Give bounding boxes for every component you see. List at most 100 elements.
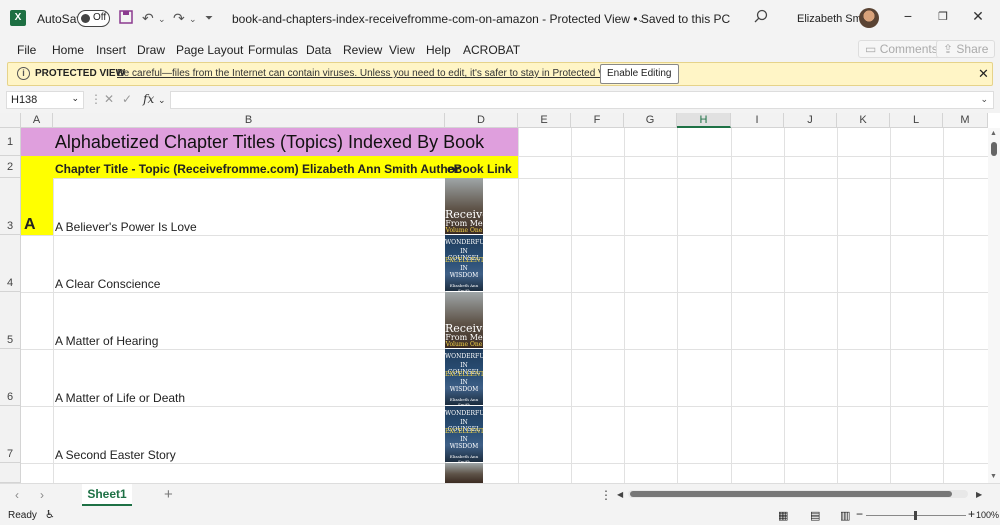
comments-button[interactable]: ▭ Comments bbox=[858, 40, 945, 58]
horizontal-scrollbar[interactable] bbox=[628, 490, 968, 498]
zoom-slider[interactable] bbox=[866, 511, 966, 520]
restore-icon[interactable]: ❐ bbox=[933, 10, 953, 30]
tab-help[interactable]: Help bbox=[426, 43, 451, 57]
scroll-thumb[interactable] bbox=[991, 142, 997, 156]
name-box[interactable]: H138 ⌄ bbox=[6, 91, 84, 109]
column-header-l[interactable]: L bbox=[890, 113, 943, 128]
sheet-tab[interactable]: Sheet1 bbox=[82, 484, 132, 506]
normal-view-icon[interactable]: ▦ bbox=[778, 509, 788, 522]
page-break-view-icon[interactable]: ▥ bbox=[840, 509, 850, 522]
previous-sheet-icon[interactable]: ‹ bbox=[15, 488, 19, 502]
chapter-title[interactable]: A Clear Conscience bbox=[55, 277, 160, 291]
scroll-down-icon[interactable]: ▼ bbox=[990, 473, 997, 480]
sheet-title-cell[interactable]: Alphabetized Chapter Titles (Topics) Ind… bbox=[21, 128, 518, 156]
more-icon[interactable]: ⋮ bbox=[90, 92, 102, 106]
worksheet-grid[interactable]: A B D E F G H I J K L M 1 2 3 4 5 6 7 Al… bbox=[0, 113, 1000, 483]
row-header-4[interactable]: 4 bbox=[0, 235, 21, 292]
more-icon[interactable]: ⋮ bbox=[600, 488, 612, 502]
scroll-thumb[interactable] bbox=[630, 491, 952, 497]
tab-page-layout[interactable]: Page Layout bbox=[176, 43, 243, 57]
column-header-a[interactable]: A bbox=[21, 113, 53, 128]
customize-toolbar-icon[interactable]: ⏷ bbox=[205, 13, 213, 24]
row-header-2[interactable]: 2 bbox=[0, 156, 21, 178]
autosave-toggle[interactable]: Off bbox=[77, 10, 110, 27]
row-header-5[interactable]: 5 bbox=[0, 292, 21, 349]
row-header-1[interactable]: 1 bbox=[0, 128, 21, 156]
chapter-title[interactable]: A Matter of Hearing bbox=[55, 334, 158, 348]
book-cover-wonderful-in-counsel[interactable]: WONDERFUL IN COUNSEL EXCELLENT IN WISDOM… bbox=[445, 349, 483, 405]
tab-data[interactable]: Data bbox=[306, 43, 331, 57]
column-header-g[interactable]: G bbox=[624, 113, 677, 128]
column-header-e[interactable]: E bbox=[518, 113, 571, 128]
document-title: book-and-chapters-index-receivefromme-co… bbox=[232, 12, 731, 26]
row-header-7[interactable]: 7 bbox=[0, 406, 21, 463]
tab-review[interactable]: Review bbox=[343, 43, 382, 57]
redo-icon[interactable]: ↷ bbox=[173, 10, 185, 27]
ebook-link-header[interactable]: eBook Link bbox=[447, 162, 512, 176]
tab-home[interactable]: Home bbox=[52, 43, 84, 57]
column-header-d[interactable]: D bbox=[445, 113, 518, 128]
select-all-corner[interactable] bbox=[0, 113, 21, 128]
scroll-up-icon[interactable]: ▲ bbox=[990, 130, 997, 137]
enable-editing-button[interactable]: Enable Editing bbox=[600, 64, 679, 84]
scroll-right-icon[interactable]: ▶ bbox=[976, 490, 982, 499]
formula-input[interactable]: ⌄ bbox=[170, 91, 994, 109]
cancel-icon[interactable]: ✕ bbox=[104, 92, 114, 106]
insert-function-icon[interactable]: fx bbox=[143, 92, 154, 106]
zoom-level[interactable]: 100% bbox=[976, 510, 999, 520]
accessibility-icon[interactable]: ♿ bbox=[45, 508, 55, 521]
column-header-h[interactable]: H bbox=[677, 113, 731, 128]
zoom-in-icon[interactable]: + bbox=[968, 507, 975, 521]
tab-draw[interactable]: Draw bbox=[137, 43, 165, 57]
column-header-j[interactable]: J bbox=[784, 113, 837, 128]
next-sheet-icon[interactable]: › bbox=[40, 488, 44, 502]
book-cover-wonderful-in-counsel[interactable]: WONDERFUL IN COUNSEL EXCELLENT IN WISDOM… bbox=[445, 406, 483, 462]
scroll-left-icon[interactable]: ◀ bbox=[617, 490, 623, 499]
save-icon[interactable] bbox=[119, 10, 133, 27]
chevron-down-icon[interactable]: ⌄ bbox=[71, 93, 79, 104]
search-icon[interactable] bbox=[754, 9, 768, 26]
protected-view-message[interactable]: Be careful—files from the Internet can c… bbox=[117, 68, 622, 79]
tab-acrobat[interactable]: ACROBAT bbox=[463, 43, 520, 57]
book-cover-receive-from-me[interactable]: Receive From Me Volume One bbox=[445, 178, 483, 234]
chevron-down-icon[interactable]: ⌄ bbox=[637, 14, 645, 25]
tab-insert[interactable]: Insert bbox=[96, 43, 126, 57]
row-header-3[interactable]: 3 bbox=[0, 178, 21, 235]
row-header-8[interactable] bbox=[0, 463, 21, 483]
undo-icon[interactable]: ↶ bbox=[142, 10, 154, 27]
share-button[interactable]: ⇪ Share bbox=[936, 40, 996, 58]
column-header-m[interactable]: M bbox=[943, 113, 988, 128]
tab-file[interactable]: File bbox=[17, 43, 36, 57]
vertical-scrollbar[interactable]: ▲ ▼ bbox=[988, 128, 1000, 483]
chevron-down-icon[interactable]: ⌄ bbox=[158, 95, 166, 106]
chapter-title[interactable]: A Matter of Life or Death bbox=[55, 391, 185, 405]
add-sheet-icon[interactable]: + bbox=[164, 486, 173, 503]
zoom-out-icon[interactable]: − bbox=[856, 507, 863, 521]
chevron-down-icon[interactable]: ⌄ bbox=[189, 14, 197, 25]
chapter-column-header[interactable]: Chapter Title - Topic (Receivefromme.com… bbox=[55, 162, 460, 176]
column-header-f[interactable]: F bbox=[571, 113, 624, 128]
chevron-down-icon[interactable]: ⌄ bbox=[980, 94, 988, 105]
book-cover-receive-from-me[interactable]: Receive From Me Volume One bbox=[445, 292, 483, 348]
ribbon-tabs: File Home Insert Draw Page Layout Formul… bbox=[0, 38, 1000, 62]
book-cover-wonderful-in-counsel[interactable]: WONDERFUL IN COUNSEL EXCELLENT IN WISDOM… bbox=[445, 235, 483, 291]
section-letter[interactable]: A bbox=[24, 216, 36, 234]
tab-formulas[interactable]: Formulas bbox=[248, 43, 298, 57]
avatar[interactable] bbox=[859, 8, 879, 28]
book-cover-receive-from-me[interactable] bbox=[445, 463, 483, 483]
close-icon[interactable]: ✕ bbox=[968, 8, 988, 28]
enter-icon[interactable]: ✓ bbox=[122, 92, 132, 106]
column-header-i[interactable]: I bbox=[731, 113, 784, 128]
zoom-knob[interactable] bbox=[914, 511, 917, 520]
column-header-b[interactable]: B bbox=[53, 113, 445, 128]
page-layout-view-icon[interactable]: ▤ bbox=[810, 509, 820, 522]
gridline bbox=[837, 128, 838, 483]
column-header-k[interactable]: K bbox=[837, 113, 890, 128]
chevron-down-icon[interactable]: ⌄ bbox=[158, 14, 166, 25]
chapter-title[interactable]: A Believer's Power Is Love bbox=[55, 220, 197, 234]
minimize-icon[interactable]: − bbox=[898, 8, 918, 28]
tab-view[interactable]: View bbox=[389, 43, 415, 57]
close-icon[interactable]: ✕ bbox=[978, 66, 989, 82]
chapter-title[interactable]: A Second Easter Story bbox=[55, 448, 176, 462]
row-header-6[interactable]: 6 bbox=[0, 349, 21, 406]
